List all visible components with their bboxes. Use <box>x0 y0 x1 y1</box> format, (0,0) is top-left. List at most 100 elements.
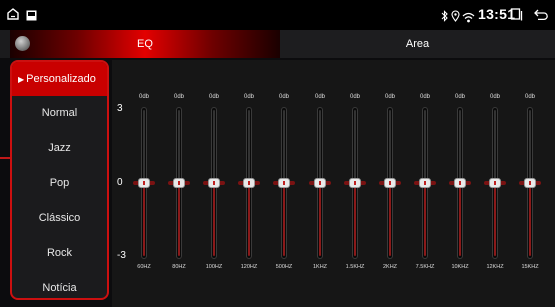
slider-upper-fill <box>424 110 426 181</box>
band-db-value: 0db <box>489 94 500 100</box>
slider-lower-fill <box>213 185 215 256</box>
tab-area[interactable]: Area <box>280 30 555 58</box>
preset-label: Jazz <box>48 142 71 154</box>
eq-slider-thumb[interactable] <box>133 178 155 188</box>
band-db-value: 0db <box>278 94 289 100</box>
eq-slider-thumb[interactable] <box>379 178 401 188</box>
band-frequency-label: 60HZ <box>137 264 151 270</box>
slider-upper-fill <box>248 110 250 181</box>
eq-slider-thumb[interactable] <box>414 178 436 188</box>
eq-slider-thumb[interactable] <box>203 178 225 188</box>
eq-band: 0db 120HZ <box>234 60 264 307</box>
slider-lower-fill <box>143 185 145 256</box>
preset-label: Normal <box>41 107 78 119</box>
band-db-value: 0db <box>173 94 184 100</box>
band-frequency-label: 500HZ <box>275 264 293 270</box>
eq-band: 0db 80HZ <box>164 60 194 307</box>
scale-label-top: 3 <box>117 103 123 114</box>
preset-item-pop[interactable]: Pop <box>12 166 107 200</box>
band-db-value: 0db <box>384 94 395 100</box>
band-db-value: 0db <box>454 94 465 100</box>
back-icon[interactable] <box>533 8 549 26</box>
eq-band: 0db 500HZ <box>269 60 299 307</box>
preset-item-personalizado[interactable]: ▶ Personalizado <box>12 62 107 96</box>
band-db-value: 0db <box>314 94 325 100</box>
home-icon[interactable] <box>6 7 20 26</box>
slider-upper-fill <box>354 110 356 181</box>
slider-lower-fill <box>529 185 531 256</box>
eq-band: 0db 2KHZ <box>375 60 405 307</box>
band-frequency-label: 15KHZ <box>521 264 539 270</box>
slider-lower-fill <box>354 185 356 256</box>
band-frequency-label: 10KHZ <box>451 264 469 270</box>
eq-band: 0db 100HZ <box>199 60 229 307</box>
eq-slider-thumb[interactable] <box>309 178 331 188</box>
eq-slider-thumb[interactable] <box>238 178 260 188</box>
scale-label-zero: 0 <box>117 177 123 188</box>
tab-bar: EQ Area <box>0 30 555 58</box>
band-frequency-label: 12KHZ <box>486 264 504 270</box>
preset-label: Pop <box>49 177 70 189</box>
slider-lower-fill <box>248 185 250 256</box>
slider-upper-fill <box>389 110 391 181</box>
slider-upper-fill <box>459 110 461 181</box>
eq-band: 0db 1KHZ <box>305 60 335 307</box>
eq-slider-thumb[interactable] <box>168 178 190 188</box>
eq-slider-thumb[interactable] <box>484 178 506 188</box>
slider-lower-fill <box>319 185 321 256</box>
eq-band: 0db 12KHZ <box>480 60 510 307</box>
band-db-value: 0db <box>524 94 535 100</box>
slider-upper-fill <box>319 110 321 181</box>
eq-band: 0db 7.5KHZ <box>410 60 440 307</box>
preset-label: Clássico <box>38 212 81 224</box>
slider-upper-fill <box>529 110 531 181</box>
preset-item-noticia[interactable]: Notícia <box>12 271 107 298</box>
status-bar: 13:51 <box>0 0 555 30</box>
slider-lower-fill <box>424 185 426 256</box>
bluetooth-icon <box>441 9 448 27</box>
slider-lower-fill <box>178 185 180 256</box>
band-db-value: 0db <box>138 94 149 100</box>
band-frequency-label: 120HZ <box>240 264 258 270</box>
slider-lower-fill <box>283 185 285 256</box>
eq-slider-thumb[interactable] <box>273 178 295 188</box>
band-db-value: 0db <box>349 94 360 100</box>
volume-knob-icon[interactable] <box>15 36 30 51</box>
slider-lower-fill <box>389 185 391 256</box>
slider-upper-fill <box>143 110 145 181</box>
band-db-value: 0db <box>419 94 430 100</box>
slider-lower-fill <box>459 185 461 256</box>
band-frequency-label: 80HZ <box>172 264 186 270</box>
slider-upper-fill <box>178 110 180 181</box>
gallery-icon <box>26 8 37 26</box>
preset-label: Personalizado <box>26 73 96 85</box>
eq-band: 0db 10KHZ <box>445 60 475 307</box>
preset-item-rock[interactable]: Rock <box>12 236 107 270</box>
band-db-value: 0db <box>208 94 219 100</box>
scale-label-bottom: -3 <box>117 250 126 261</box>
recent-apps-icon[interactable] <box>510 8 523 26</box>
slider-lower-fill <box>494 185 496 256</box>
band-frequency-label: 1.5KHZ <box>345 264 365 270</box>
slider-upper-fill <box>494 110 496 181</box>
preset-label: Rock <box>46 247 73 259</box>
eq-slider-thumb[interactable] <box>344 178 366 188</box>
location-icon <box>451 9 460 27</box>
slider-upper-fill <box>283 110 285 181</box>
band-frequency-label: 100HZ <box>205 264 223 270</box>
band-frequency-label: 2KHZ <box>382 264 398 270</box>
eq-band: 0db 15KHZ <box>515 60 545 307</box>
tab-eq[interactable]: EQ <box>10 30 280 58</box>
band-db-value: 0db <box>243 94 254 100</box>
selected-arrow-icon: ▶ <box>18 75 25 84</box>
preset-item-jazz[interactable]: Jazz <box>12 131 107 165</box>
band-frequency-label: 1KHZ <box>312 264 328 270</box>
eq-slider-thumb[interactable] <box>519 178 541 188</box>
preset-list: ▶ Personalizado Normal Jazz Pop Clássico … <box>10 60 109 300</box>
preset-item-classico[interactable]: Clássico <box>12 201 107 235</box>
eq-slider-thumb[interactable] <box>449 178 471 188</box>
wifi-icon <box>462 10 475 28</box>
eq-band: 0db 60HZ <box>129 60 159 307</box>
slider-upper-fill <box>213 110 215 181</box>
preset-item-normal[interactable]: Normal <box>12 96 107 130</box>
